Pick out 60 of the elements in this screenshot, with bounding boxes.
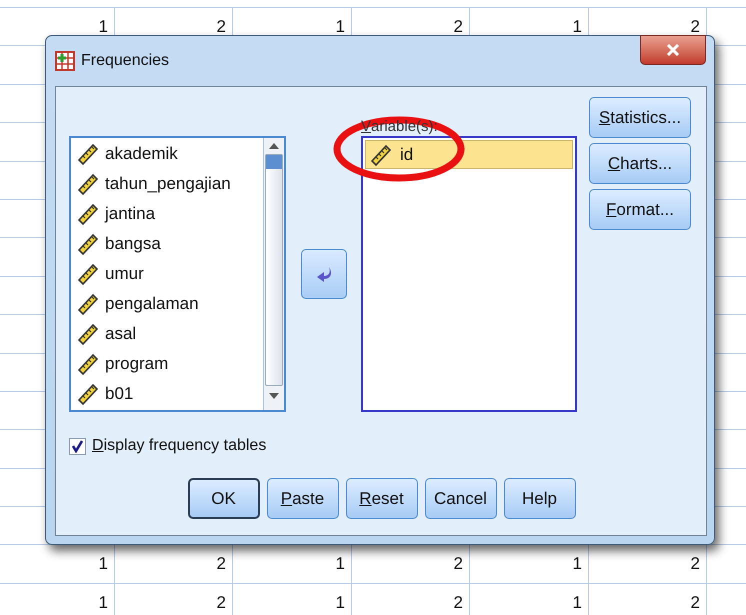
table-icon [55,51,75,71]
ruler-icon [77,173,99,195]
dialog-button[interactable]: Format... [589,189,691,230]
ruler-icon [77,143,99,165]
table-cell-text: 2 [690,592,700,614]
table-cell-text: 1 [98,553,108,576]
variable-item[interactable]: umur [71,259,263,289]
dialog-button[interactable]: Help [504,478,576,519]
dialog-button[interactable]: Statistics... [589,97,691,138]
ruler-icon [77,353,99,375]
check-icon [71,440,84,452]
variable-item[interactable]: asal [71,319,263,349]
dialog-button[interactable]: Paste [266,478,338,519]
table-cell-text: 2 [454,553,463,576]
ruler-icon [77,263,99,285]
scroll-up-icon [268,142,280,150]
ruler-icon [77,293,99,315]
table-cell-text: 2 [216,16,226,38]
table-cell-text: 1 [572,16,582,38]
table-cell-text: 2 [454,592,463,614]
table-cell-text: 2 [216,553,226,576]
scrollbar[interactable] [263,138,284,410]
table-cell-text: 1 [336,553,345,576]
scrollbar-thumb[interactable] [266,155,282,169]
close-button[interactable] [640,35,706,65]
table-cell-text: 1 [572,592,582,614]
scroll-down-icon [268,392,280,400]
table-cell-text: 1 [98,592,108,614]
table-cell-text: 1 [336,16,345,38]
table-cell-text: 1 [336,592,345,614]
dialog-button[interactable]: Cancel [424,478,496,519]
table-cell-text: 2 [690,16,700,38]
table-cell-text: 2 [690,553,700,576]
close-icon [666,44,680,56]
variable-item[interactable]: program [71,349,263,379]
variable-item[interactable]: id [365,140,573,169]
variable-list[interactable]: akademik tahun_pengajian jantina bangsa umur pengalaman asal program b01 [69,136,286,412]
checkbox[interactable] [69,438,86,454]
window-title: Frequencies [81,51,170,71]
variable-item[interactable]: pengalaman [71,289,263,319]
selected-variables-list[interactable]: id [361,136,577,412]
dialog-button[interactable]: OK [188,478,260,519]
ruler-icon [77,383,99,405]
ruler-icon [77,323,99,345]
ruler-icon [77,233,99,255]
variable-item[interactable]: tahun_pengajian [71,169,263,199]
dialog-button[interactable]: Reset [346,478,418,519]
ruler-icon [370,144,392,166]
variable-item[interactable]: jantina [71,199,263,229]
table-cell-text: 2 [216,592,226,614]
variable-item[interactable]: bangsa [71,229,263,259]
ruler-icon [77,203,99,225]
table-cell-text: 1 [98,16,108,38]
checkbox-label: Display frequency tables [92,436,266,456]
dialog-button[interactable]: Charts... [589,143,691,184]
move-back-button[interactable] [301,249,347,299]
table-cell-text: 1 [572,553,582,576]
variable-item[interactable]: akademik [71,139,263,169]
variable-item[interactable]: b01 [71,379,263,409]
table-cell-text: 2 [454,16,463,38]
